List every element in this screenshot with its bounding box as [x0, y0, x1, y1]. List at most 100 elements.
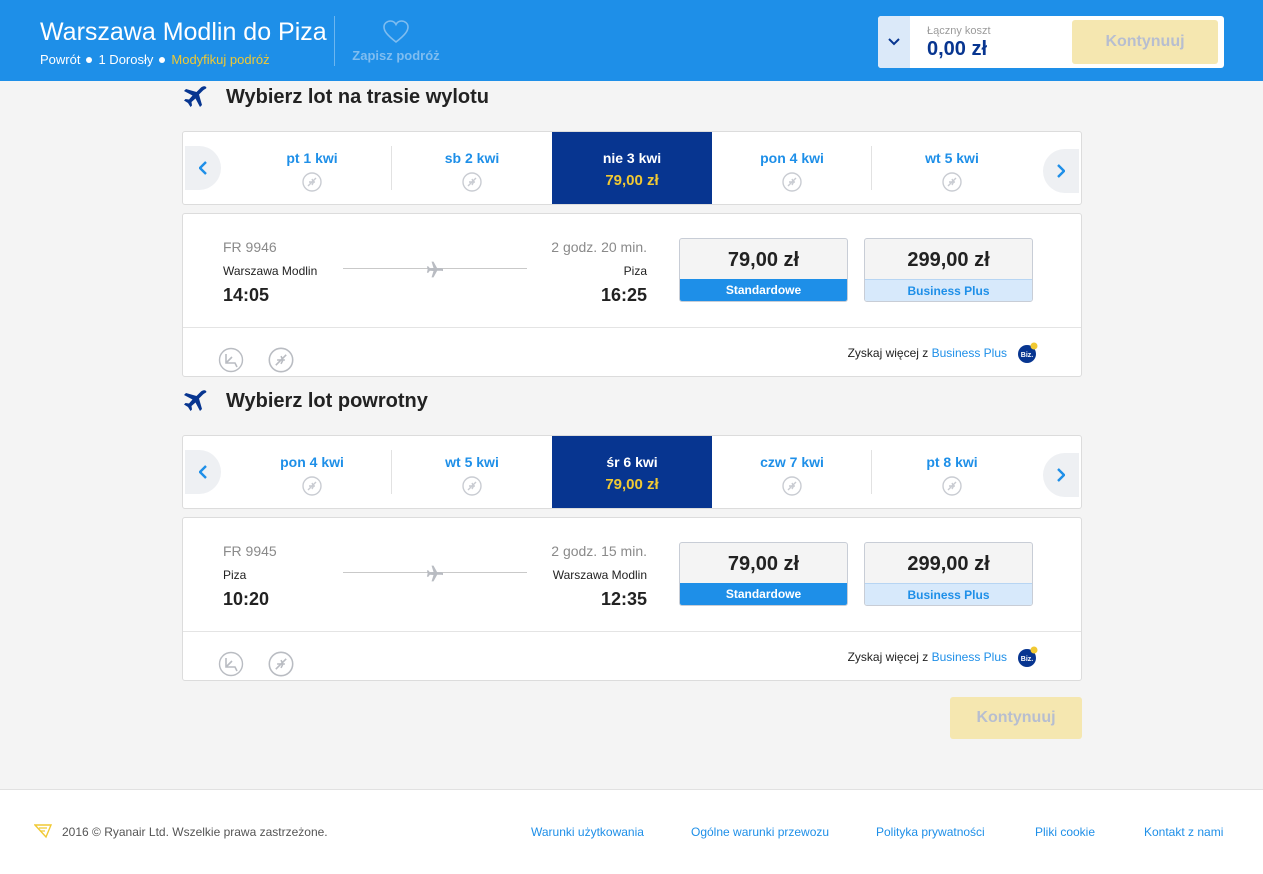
passenger-count: 1 Dorosły: [98, 52, 154, 67]
outbound-date-option[interactable]: pt 1 kwi: [232, 132, 392, 204]
outbound-date-option[interactable]: wt 5 kwi: [872, 132, 1032, 204]
separator-dot: [159, 56, 166, 63]
return-date-option[interactable]: pon 4 kwi: [232, 436, 392, 508]
date-label: wt 5 kwi: [925, 150, 979, 166]
fare-name: Business Plus: [865, 583, 1032, 605]
date-label: śr 6 kwi: [606, 454, 658, 470]
header-bar: Warszawa Modlin do Piza Powrót 1 Dorosły M…: [0, 0, 1263, 81]
chevron-right-icon: [1057, 164, 1065, 178]
chevron-right-icon: [1057, 468, 1065, 482]
biz-badge-text: Biz.: [1021, 352, 1034, 359]
card-divider: [183, 327, 1081, 328]
ryanair-logo: [34, 824, 52, 839]
no-flight-icon: [268, 651, 294, 677]
chevron-down-icon: [888, 38, 900, 46]
outbound-prev-dates-button[interactable]: [185, 146, 221, 190]
date-label: pt 8 kwi: [926, 454, 978, 470]
no-flight-icon: [302, 476, 322, 496]
fare-business-plus-button[interactable]: 299,00 zł Business Plus: [864, 238, 1033, 302]
fare-price: 79,00 zł: [727, 553, 800, 575]
no-flight-icon: [942, 172, 962, 192]
card-divider: [183, 631, 1081, 632]
date-label: nie 3 kwi: [602, 150, 662, 166]
return-date-option[interactable]: czw 7 kwi: [712, 436, 872, 508]
outbound-flight-card: FR 9946 Warszawa Modlin 14:05 2 godz. 20…: [182, 213, 1082, 377]
outbound-date-option[interactable]: sb 2 kwi: [392, 132, 552, 204]
footer-link-contact[interactable]: Kontakt z nami: [1144, 825, 1223, 839]
date-label: wt 5 kwi: [445, 454, 499, 470]
upsell-text: Zyskaj więcej z: [847, 346, 929, 360]
departure-city: Piza: [223, 568, 247, 582]
return-prev-dates-button[interactable]: [185, 450, 221, 494]
outbound-date-option-selected[interactable]: nie 3 kwi 79,00 zł: [552, 132, 712, 204]
plane-icon: [184, 86, 207, 107]
heart-icon: [383, 20, 409, 44]
save-trip-button[interactable]: Zapisz podróż: [350, 20, 442, 63]
trip-meta: Powrót 1 Dorosły Modyfikuj podróż: [40, 52, 270, 67]
no-flight-icon: [302, 172, 322, 192]
departure-time: 14:05: [223, 285, 270, 305]
outbound-date-option[interactable]: pon 4 kwi: [712, 132, 872, 204]
date-label: pon 4 kwi: [280, 454, 344, 470]
footer: 2016 © Ryanair Ltd. Wszelkie prawa zastr…: [0, 789, 1263, 874]
copyright-text: 2016 © Ryanair Ltd. Wszelkie prawa zastr…: [62, 825, 328, 839]
continue-button[interactable]: Kontynuuj: [950, 697, 1082, 739]
save-trip-label: Zapisz podróż: [352, 48, 440, 63]
business-plus-link[interactable]: Business Plus: [932, 650, 1007, 664]
biz-badge-text: Biz.: [1021, 656, 1034, 663]
outbound-next-dates-button[interactable]: [1043, 149, 1079, 193]
return-next-dates-button[interactable]: [1043, 453, 1079, 497]
outbound-heading: Wybierz lot na trasie wylotu: [182, 84, 489, 110]
return-date-option[interactable]: wt 5 kwi: [392, 436, 552, 508]
arrival-city: Piza: [623, 264, 647, 278]
no-flight-icon: [462, 476, 482, 496]
fare-name: Standardowe: [680, 583, 847, 605]
footer-link-carriage-conditions[interactable]: Ogólne warunki przewozu: [691, 825, 829, 839]
flight-duration: 2 godz. 15 min.: [551, 543, 647, 559]
no-flight-icon: [462, 172, 482, 192]
outbound-heading-text: Wybierz lot na trasie wylotu: [226, 85, 490, 108]
biz-badge-icon: Biz.: [1018, 342, 1038, 363]
arrival-time: 16:25: [600, 285, 647, 305]
return-heading: Wybierz lot powrotny: [182, 388, 428, 414]
business-plus-link[interactable]: Business Plus: [932, 346, 1007, 360]
modify-trip-link[interactable]: Modyfikuj podróż: [171, 52, 269, 67]
plane-icon: [426, 261, 443, 278]
footer-link-cookies[interactable]: Pliki cookie: [1035, 825, 1095, 839]
seat-icon: [218, 651, 244, 677]
fare-business-plus-button[interactable]: 299,00 zł Business Plus: [864, 542, 1033, 606]
footer-link-terms[interactable]: Warunki użytkowania: [531, 825, 644, 839]
date-price: 79,00 zł: [605, 476, 659, 493]
fare-standard-button[interactable]: 79,00 zł Standardowe: [679, 542, 848, 606]
return-flight-card: FR 9945 Piza 10:20 2 godz. 15 min. Warsz…: [182, 517, 1082, 681]
fare-standard-button[interactable]: 79,00 zł Standardowe: [679, 238, 848, 302]
date-label: pt 1 kwi: [286, 150, 338, 166]
fare-price: 299,00 zł: [907, 553, 990, 575]
return-heading-text: Wybierz lot powrotny: [226, 389, 428, 412]
no-flight-icon: [268, 347, 294, 373]
header-divider: [334, 16, 335, 66]
business-plus-upsell: Zyskaj więcej z Business Plus: [848, 650, 1007, 664]
return-date-option-selected[interactable]: śr 6 kwi 79,00 zł: [552, 436, 712, 508]
no-flight-icon: [942, 476, 962, 496]
outbound-date-selector: pt 1 kwi sb 2 kwi nie 3 kwi 79,00 zł pon…: [182, 131, 1082, 205]
flight-number: FR 9946: [223, 239, 277, 255]
seat-icon: [218, 347, 244, 373]
continue-button-header[interactable]: Kontynuuj: [1072, 20, 1218, 64]
footer-link-privacy[interactable]: Polityka prywatności: [876, 825, 985, 839]
date-label: pon 4 kwi: [760, 150, 824, 166]
chevron-left-icon: [199, 465, 207, 479]
total-cost-value: 0,00 zł: [927, 38, 988, 60]
fare-price: 79,00 zł: [727, 249, 800, 271]
no-flight-icon: [782, 172, 802, 192]
departure-time: 10:20: [223, 589, 270, 609]
date-price: 79,00 zł: [605, 172, 659, 189]
route-title: Warszawa Modlin do Piza: [40, 18, 327, 46]
plane-icon: [426, 565, 443, 582]
fare-name: Business Plus: [865, 279, 1032, 301]
plane-icon: [184, 390, 207, 411]
return-date-selector: pon 4 kwi wt 5 kwi śr 6 kwi 79,00 zł czw…: [182, 435, 1082, 509]
return-date-option[interactable]: pt 8 kwi: [872, 436, 1032, 508]
cost-breakdown-toggle[interactable]: [878, 16, 910, 68]
separator-dot: [86, 56, 93, 63]
